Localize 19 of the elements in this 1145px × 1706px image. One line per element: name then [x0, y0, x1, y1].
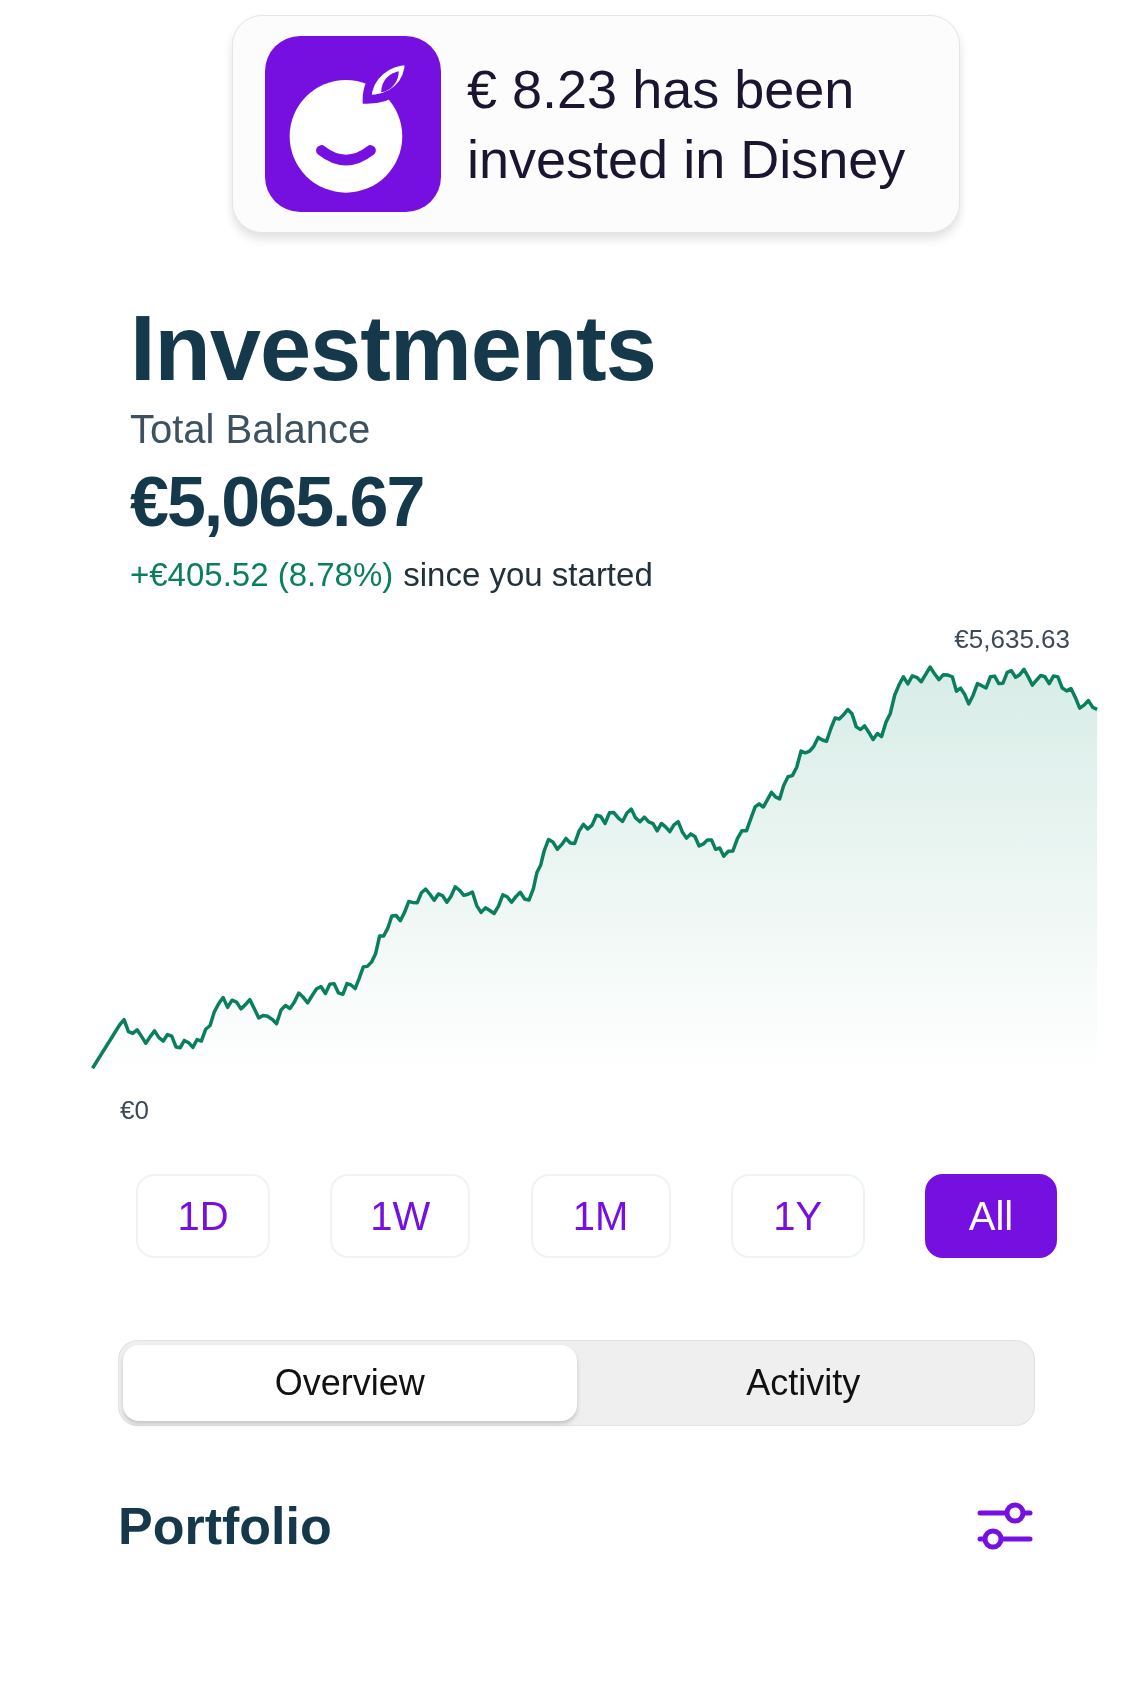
app-icon — [265, 36, 441, 212]
notification-card[interactable]: € 8.23 has been invested in Disney — [232, 15, 960, 233]
period-button[interactable]: 1Y — [730, 1174, 865, 1258]
balance-change: +€405.52 (8.78%) — [130, 556, 394, 594]
filter-icon[interactable] — [977, 1501, 1033, 1551]
min-value-label: €0 — [120, 1095, 149, 1125]
notification-message: € 8.23 has been invested in Disney — [467, 58, 907, 191]
period-button[interactable]: 1M — [530, 1174, 671, 1258]
tab[interactable]: Activity — [576, 1345, 1030, 1421]
period-button[interactable]: 1W — [330, 1174, 471, 1258]
section-title: Portfolio — [118, 1496, 332, 1556]
balance-amount: €5,065.67 — [130, 462, 425, 542]
period-button[interactable]: 1D — [136, 1174, 270, 1258]
page-title: Investments — [130, 296, 657, 401]
change-caption: since you started — [403, 556, 653, 594]
period-button[interactable]: All — [925, 1174, 1057, 1258]
max-value-label: €5,635.63 — [954, 624, 1070, 655]
balance-label: Total Balance — [130, 407, 372, 452]
tab[interactable]: Overview — [123, 1345, 577, 1421]
